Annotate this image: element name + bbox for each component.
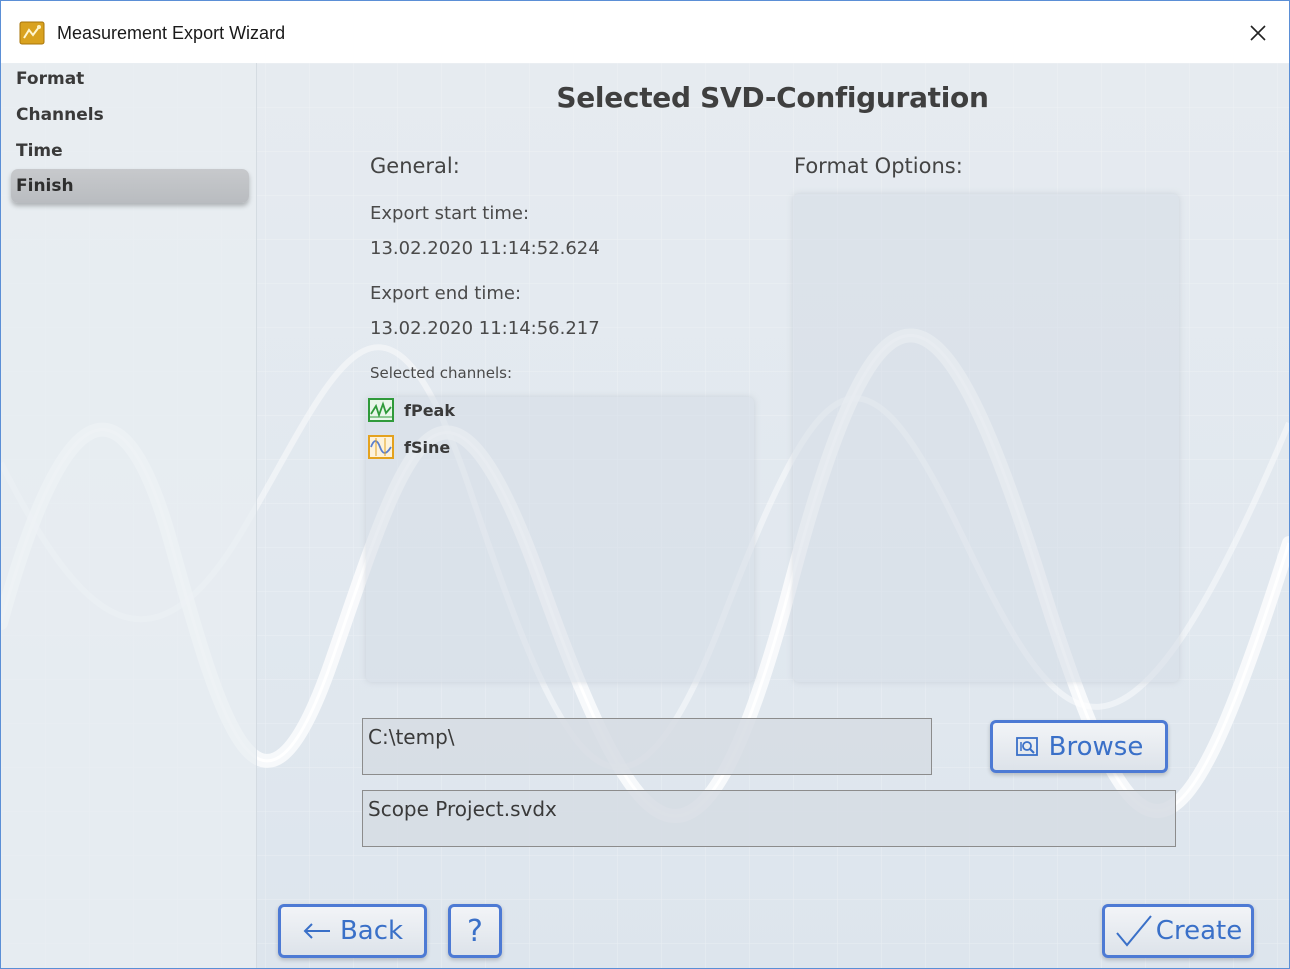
export-filename-field[interactable]: Scope Project.svdx xyxy=(362,790,1176,847)
channel-name: fSine xyxy=(404,437,451,457)
browse-button[interactable]: Browse xyxy=(990,720,1168,773)
channel-item-fpeak[interactable]: fPeak xyxy=(368,397,455,423)
export-path-value: C:\temp\ xyxy=(368,725,455,749)
close-button[interactable] xyxy=(1241,16,1275,50)
export-wizard-window: Measurement Export Wizard Format Channel… xyxy=(0,0,1290,969)
arrow-left-icon xyxy=(303,923,330,939)
back-button[interactable]: Back xyxy=(278,904,427,958)
channel-name: fPeak xyxy=(404,400,455,420)
export-end-label: Export end time: xyxy=(370,283,522,304)
window-title: Measurement Export Wizard xyxy=(57,23,286,43)
help-button[interactable]: ? xyxy=(448,904,502,958)
selected-channels-label: Selected channels: xyxy=(370,364,513,382)
step-channels[interactable]: Channels xyxy=(11,101,249,135)
step-format[interactable]: Format xyxy=(11,65,249,99)
export-end-value: 13.02.2020 11:14:56.217 xyxy=(370,318,600,339)
create-label: Create xyxy=(1155,916,1243,946)
step-time-label: Time xyxy=(16,141,63,161)
export-start-label: Export start time: xyxy=(370,203,530,224)
help-label: ? xyxy=(467,913,483,949)
format-options-panel xyxy=(793,194,1179,682)
step-finish-label: Finish xyxy=(16,176,74,196)
browse-label: Browse xyxy=(1048,731,1144,762)
channel-item-fsine[interactable]: fSine xyxy=(368,434,450,460)
wizard-steps-sidebar: Format Channels Time Finish xyxy=(1,63,257,968)
app-icon xyxy=(19,21,45,45)
export-filename-value: Scope Project.svdx xyxy=(368,797,557,821)
export-start-value: 13.02.2020 11:14:52.624 xyxy=(370,238,600,259)
general-heading: General: xyxy=(370,154,460,178)
step-channels-label: Channels xyxy=(16,105,104,125)
page-title: Selected SVD-Configuration xyxy=(556,81,989,114)
wizard-content: Format Channels Time Finish Selected SVD… xyxy=(1,63,1289,968)
title-bar[interactable]: Measurement Export Wizard xyxy=(1,1,1289,63)
checkmark-icon xyxy=(1116,915,1152,947)
back-label: Back xyxy=(339,916,404,946)
create-button[interactable]: Create xyxy=(1102,904,1254,958)
step-time[interactable]: Time xyxy=(11,137,249,171)
export-path-field[interactable]: C:\temp\ xyxy=(362,718,932,775)
step-finish[interactable]: Finish xyxy=(11,169,249,203)
step-format-label: Format xyxy=(16,69,85,89)
close-icon xyxy=(1250,25,1266,41)
sine-channel-icon xyxy=(368,435,394,459)
format-options-heading: Format Options: xyxy=(794,154,963,178)
peak-channel-icon xyxy=(368,398,394,422)
browse-icon xyxy=(1015,736,1038,756)
